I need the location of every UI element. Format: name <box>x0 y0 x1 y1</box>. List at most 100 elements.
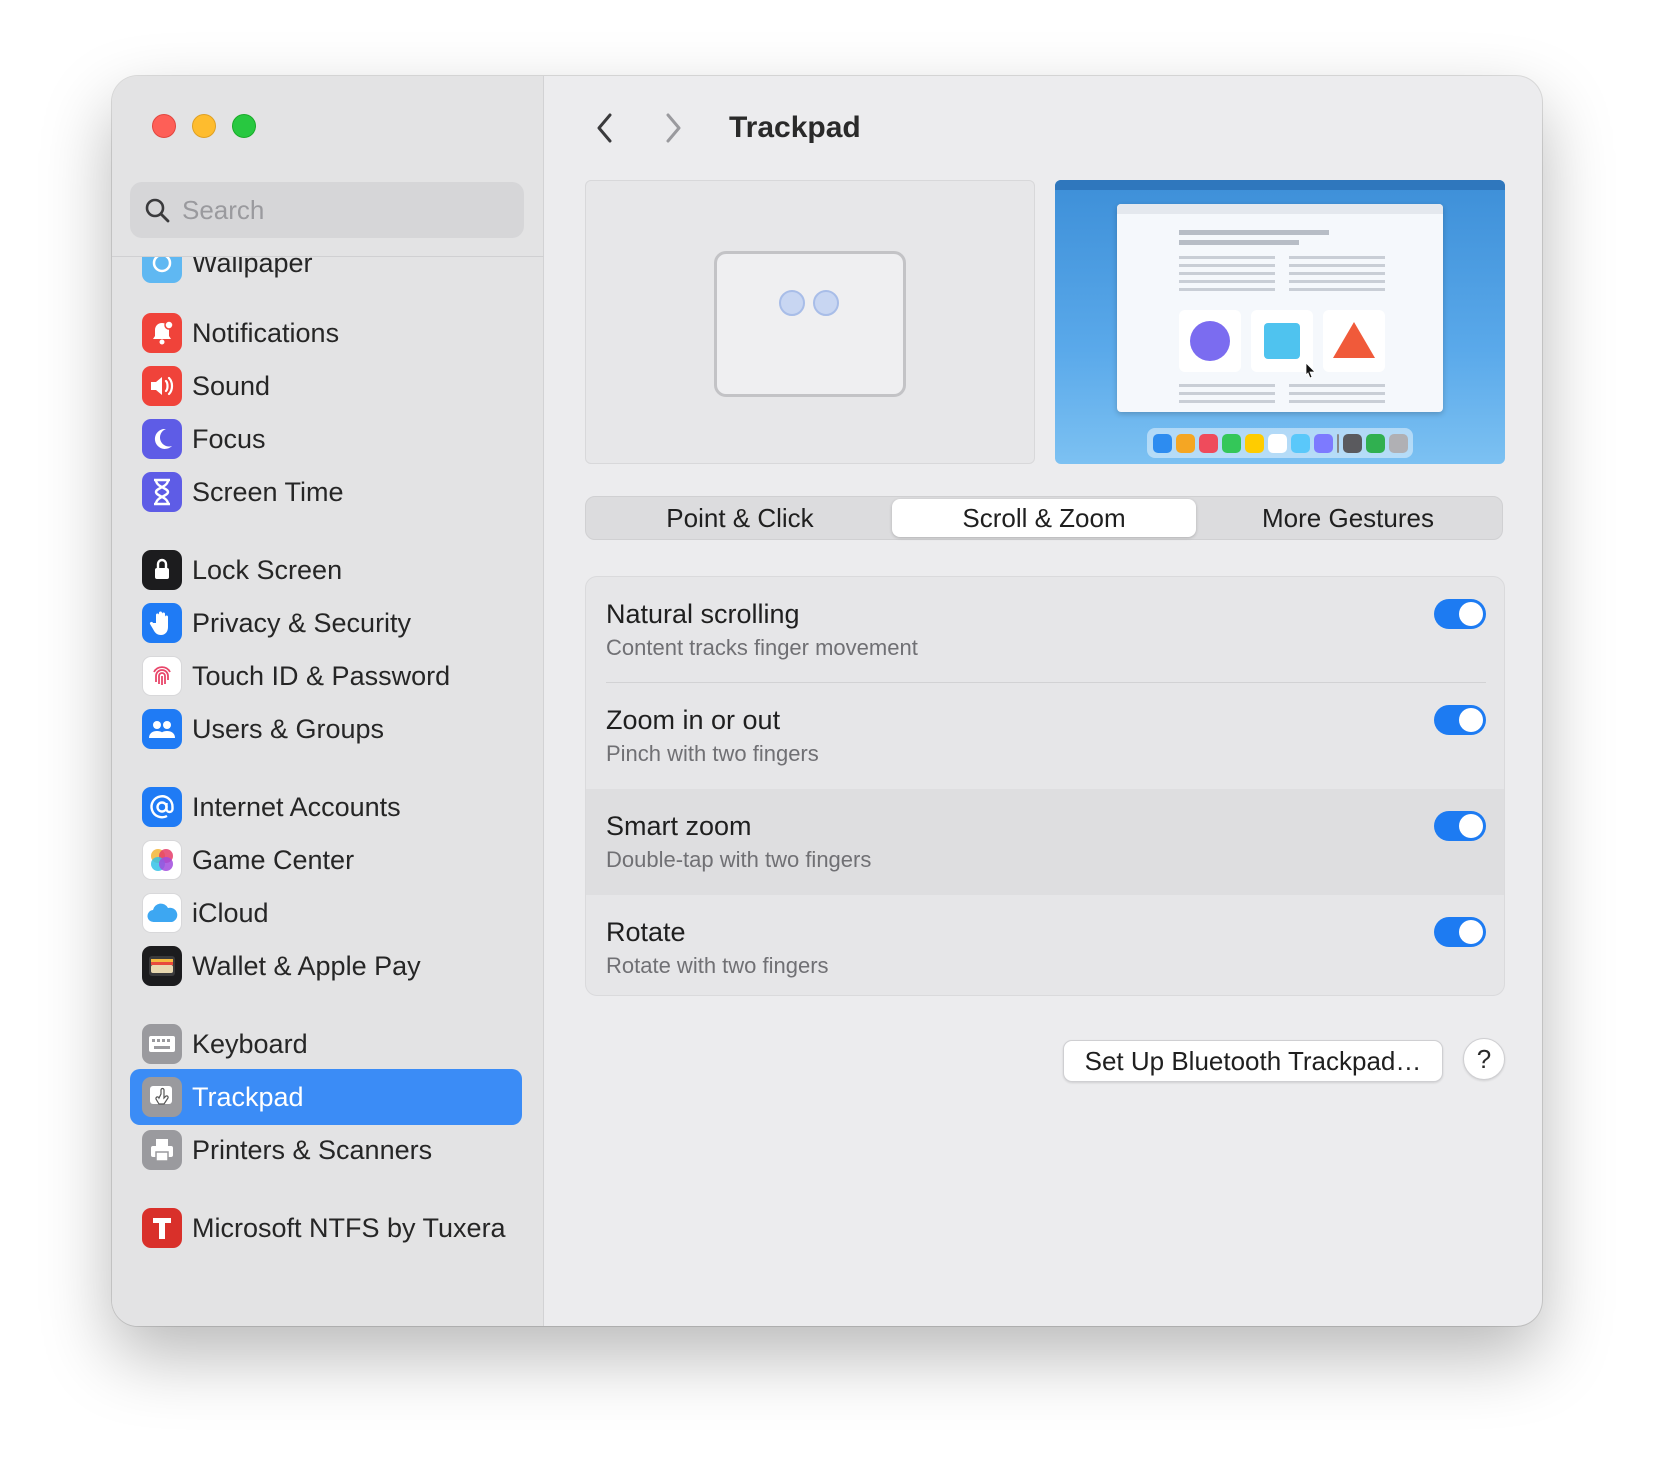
tab-more-gestures[interactable]: More Gestures <box>1196 499 1500 537</box>
sidebar-item-label: Wallet & Apple Pay <box>192 950 421 981</box>
sidebar-item-label: Touch ID & Password <box>192 660 451 691</box>
sidebar-item-game-center[interactable]: Game Center <box>130 832 522 888</box>
bell-icon <box>142 313 182 353</box>
zoom-button[interactable] <box>232 114 256 138</box>
sidebar-item-label: Printers & Scanners <box>192 1134 433 1165</box>
setting-row-natural-scrolling: Natural scrolling Content tracks finger … <box>586 577 1504 683</box>
setting-row-smart-zoom: Smart zoom Double-tap with two fingers <box>586 789 1504 895</box>
smart-zoom-toggle[interactable] <box>1434 811 1486 841</box>
users-icon <box>142 709 182 749</box>
setting-subtitle: Double-tap with two fingers <box>606 847 872 872</box>
setting-row-zoom: Zoom in or out Pinch with two fingers <box>586 683 1504 789</box>
main-pane: Trackpad Point & Click Scroll & Zoom Mor… <box>545 76 1542 1326</box>
sidebar: Wallpaper Notifications Sound Focus <box>112 76 544 1326</box>
back-button[interactable] <box>585 108 625 148</box>
cloud-icon <box>142 893 182 933</box>
preview-card <box>1179 310 1241 372</box>
gesture-illustration <box>585 180 1035 464</box>
sidebar-item-label: Focus <box>192 423 266 454</box>
chevron-left-icon <box>597 113 612 143</box>
search-input[interactable] <box>182 194 502 226</box>
sidebar-item-trackpad[interactable]: Trackpad <box>130 1069 522 1125</box>
sidebar-item-keyboard[interactable]: Keyboard <box>130 1016 522 1072</box>
sidebar-item-label: Lock Screen <box>192 554 343 585</box>
cursor-icon <box>1305 362 1316 378</box>
sidebar-item-icloud[interactable]: iCloud <box>130 885 522 941</box>
sidebar-item-label: iCloud <box>192 897 269 928</box>
tab-scroll-zoom[interactable]: Scroll & Zoom <box>892 499 1196 537</box>
close-button[interactable] <box>152 114 176 138</box>
natural-scrolling-toggle[interactable] <box>1434 599 1486 629</box>
sidebar-item-users-groups[interactable]: Users & Groups <box>130 701 522 757</box>
sidebar-item-touch-id[interactable]: Touch ID & Password <box>130 648 522 704</box>
sidebar-item-label: Notifications <box>192 317 340 348</box>
search-field[interactable] <box>130 182 524 238</box>
setting-title: Smart zoom <box>606 811 752 841</box>
sidebar-item-privacy-security[interactable]: Privacy & Security <box>130 595 522 651</box>
search-icon <box>145 198 170 223</box>
gesture-tabs: Point & Click Scroll & Zoom More Gesture… <box>585 496 1503 540</box>
sidebar-item-label: Keyboard <box>192 1028 308 1059</box>
sidebar-item-tuxera[interactable]: Microsoft NTFS by Tuxera <box>130 1200 522 1256</box>
sidebar-item-notifications[interactable]: Notifications <box>130 305 522 361</box>
sidebar-item-wallet[interactable]: Wallet & Apple Pay <box>130 938 522 994</box>
sidebar-item-label: Microsoft NTFS by Tuxera <box>192 1212 506 1243</box>
sidebar-list[interactable]: Wallpaper Notifications Sound Focus Scre… <box>130 257 526 1326</box>
sidebar-item-lock-screen[interactable]: Lock Screen <box>130 542 522 598</box>
sidebar-item-label: Privacy & Security <box>192 607 412 638</box>
preview-dock <box>1147 428 1413 458</box>
lock-icon <box>142 550 182 590</box>
trackpad-illustration <box>714 251 906 397</box>
wallpaper-icon <box>142 257 182 283</box>
moon-icon <box>142 419 182 459</box>
game-center-icon <box>142 840 182 880</box>
wallet-icon <box>142 946 182 986</box>
setting-title: Natural scrolling <box>606 599 800 629</box>
sidebar-item-internet-accounts[interactable]: Internet Accounts <box>130 779 522 835</box>
printer-icon <box>142 1130 182 1170</box>
sidebar-item-label: Screen Time <box>192 476 344 507</box>
setting-subtitle: Pinch with two fingers <box>606 741 819 766</box>
sidebar-item-printers[interactable]: Printers & Scanners <box>130 1122 522 1178</box>
setup-bluetooth-trackpad-button[interactable]: Set Up Bluetooth Trackpad… <box>1063 1040 1443 1082</box>
at-icon <box>142 787 182 827</box>
help-button[interactable]: ? <box>1463 1038 1505 1080</box>
sidebar-item-label: Internet Accounts <box>192 791 401 822</box>
forward-button[interactable] <box>653 108 693 148</box>
sidebar-item-label: Trackpad <box>192 1081 304 1112</box>
sidebar-item-label: Users & Groups <box>192 713 385 744</box>
toolbar: Trackpad <box>585 104 861 152</box>
sidebar-item-focus[interactable]: Focus <box>130 411 522 467</box>
sidebar-item-sound[interactable]: Sound <box>130 358 522 414</box>
sidebar-item-wallpaper[interactable]: Wallpaper <box>130 257 522 291</box>
sidebar-item-label: Wallpaper <box>192 257 313 278</box>
hand-icon <box>142 603 182 643</box>
preview-card <box>1323 310 1385 372</box>
settings-window: Wallpaper Notifications Sound Focus <box>112 76 1542 1326</box>
circle-shape <box>1190 321 1230 361</box>
finger-dot <box>779 290 805 316</box>
sidebar-item-label: Sound <box>192 370 271 401</box>
rotate-toggle[interactable] <box>1434 917 1486 947</box>
settings-group: Natural scrolling Content tracks finger … <box>585 576 1505 996</box>
tab-point-click[interactable]: Point & Click <box>588 499 892 537</box>
hourglass-icon <box>142 472 182 512</box>
trackpad-icon <box>142 1077 182 1117</box>
preview-card <box>1251 310 1313 372</box>
minimize-button[interactable] <box>192 114 216 138</box>
setting-row-rotate: Rotate Rotate with two fingers <box>586 895 1504 995</box>
zoom-toggle[interactable] <box>1434 705 1486 735</box>
sidebar-item-label: Game Center <box>192 844 355 875</box>
screen-preview <box>1055 180 1505 464</box>
tuxera-icon <box>142 1208 182 1248</box>
setting-title: Rotate <box>606 917 686 947</box>
finger-dot <box>813 290 839 316</box>
chevron-right-icon <box>666 113 681 143</box>
window-controls <box>152 114 256 138</box>
fingerprint-icon <box>142 656 182 696</box>
triangle-shape <box>1333 322 1375 358</box>
setting-subtitle: Rotate with two fingers <box>606 953 829 978</box>
square-shape <box>1264 323 1300 359</box>
preview-menubar <box>1055 180 1505 190</box>
sidebar-item-screen-time[interactable]: Screen Time <box>130 464 522 520</box>
